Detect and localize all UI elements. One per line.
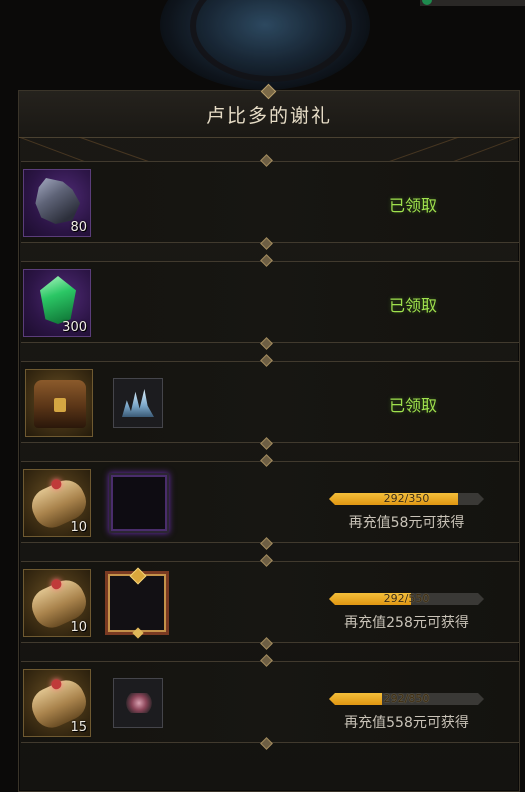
progress-bar: 292/350 — [329, 492, 484, 505]
progress-bar: 292/850 — [329, 692, 484, 705]
scroll-icon[interactable]: 15 — [23, 669, 92, 737]
background-orb-art — [160, 0, 370, 90]
scroll-icon[interactable]: 10 — [23, 569, 92, 637]
scroll-icon[interactable]: 10 — [23, 469, 92, 537]
gold-avatar-frame-icon[interactable] — [105, 567, 169, 639]
treasure-chest-icon[interactable] — [25, 369, 93, 437]
item-quantity: 10 — [70, 620, 87, 635]
row-background — [21, 361, 519, 443]
panel-header: 卢比多的谢礼 — [19, 83, 519, 138]
row-background — [21, 261, 519, 343]
reward-row-4: 10 292/350 再充值58元可获得 — [19, 454, 519, 550]
progress-label: 292/850 — [383, 692, 430, 705]
claimed-status: 已领取 — [389, 296, 438, 315]
winged-emblem-icon[interactable] — [113, 678, 163, 728]
frame-gem-ornament — [129, 567, 147, 585]
crystal-art — [122, 389, 154, 417]
reward-row-5: 10 292/550 再充值258元可获得 — [19, 554, 519, 650]
purple-avatar-frame-icon[interactable] — [109, 473, 169, 533]
item-quantity: 80 — [70, 220, 87, 235]
row-background — [21, 161, 519, 243]
chest-art — [34, 380, 86, 428]
emblem-art — [124, 693, 154, 713]
dark-ore-icon[interactable]: 80 — [23, 169, 91, 237]
background-top-bar — [420, 0, 525, 6]
recharge-hint: 再充值58元可获得 — [348, 515, 465, 531]
recharge-hint: 再充值258元可获得 — [344, 615, 469, 631]
emerald-art — [40, 276, 76, 324]
reward-row-3: 已领取 — [19, 354, 519, 450]
item-quantity: 10 — [70, 520, 87, 535]
progress-label: 292/550 — [383, 592, 430, 605]
progress-label: 292/350 — [383, 492, 430, 505]
progress-bar: 292/550 — [329, 592, 484, 605]
claimed-status: 已领取 — [389, 396, 438, 415]
item-quantity: 300 — [62, 320, 87, 335]
recharge-hint: 再充值558元可获得 — [344, 715, 469, 731]
panel-title: 卢比多的谢礼 — [205, 105, 332, 127]
reward-panel: 卢比多的谢礼 80 已领取 300 已领取 已领取 10 292/350 再充值… — [18, 83, 520, 792]
reward-row-1: 80 已领取 — [19, 154, 519, 250]
claimed-status: 已领取 — [389, 196, 438, 215]
reward-row-2: 300 已领取 — [19, 254, 519, 350]
ice-crystal-icon[interactable] — [113, 378, 163, 428]
reward-row-6: 15 292/850 再充值558元可获得 — [19, 654, 519, 750]
ore-art — [35, 178, 81, 224]
item-quantity: 15 — [70, 720, 87, 735]
emerald-gem-icon[interactable]: 300 — [23, 269, 91, 337]
